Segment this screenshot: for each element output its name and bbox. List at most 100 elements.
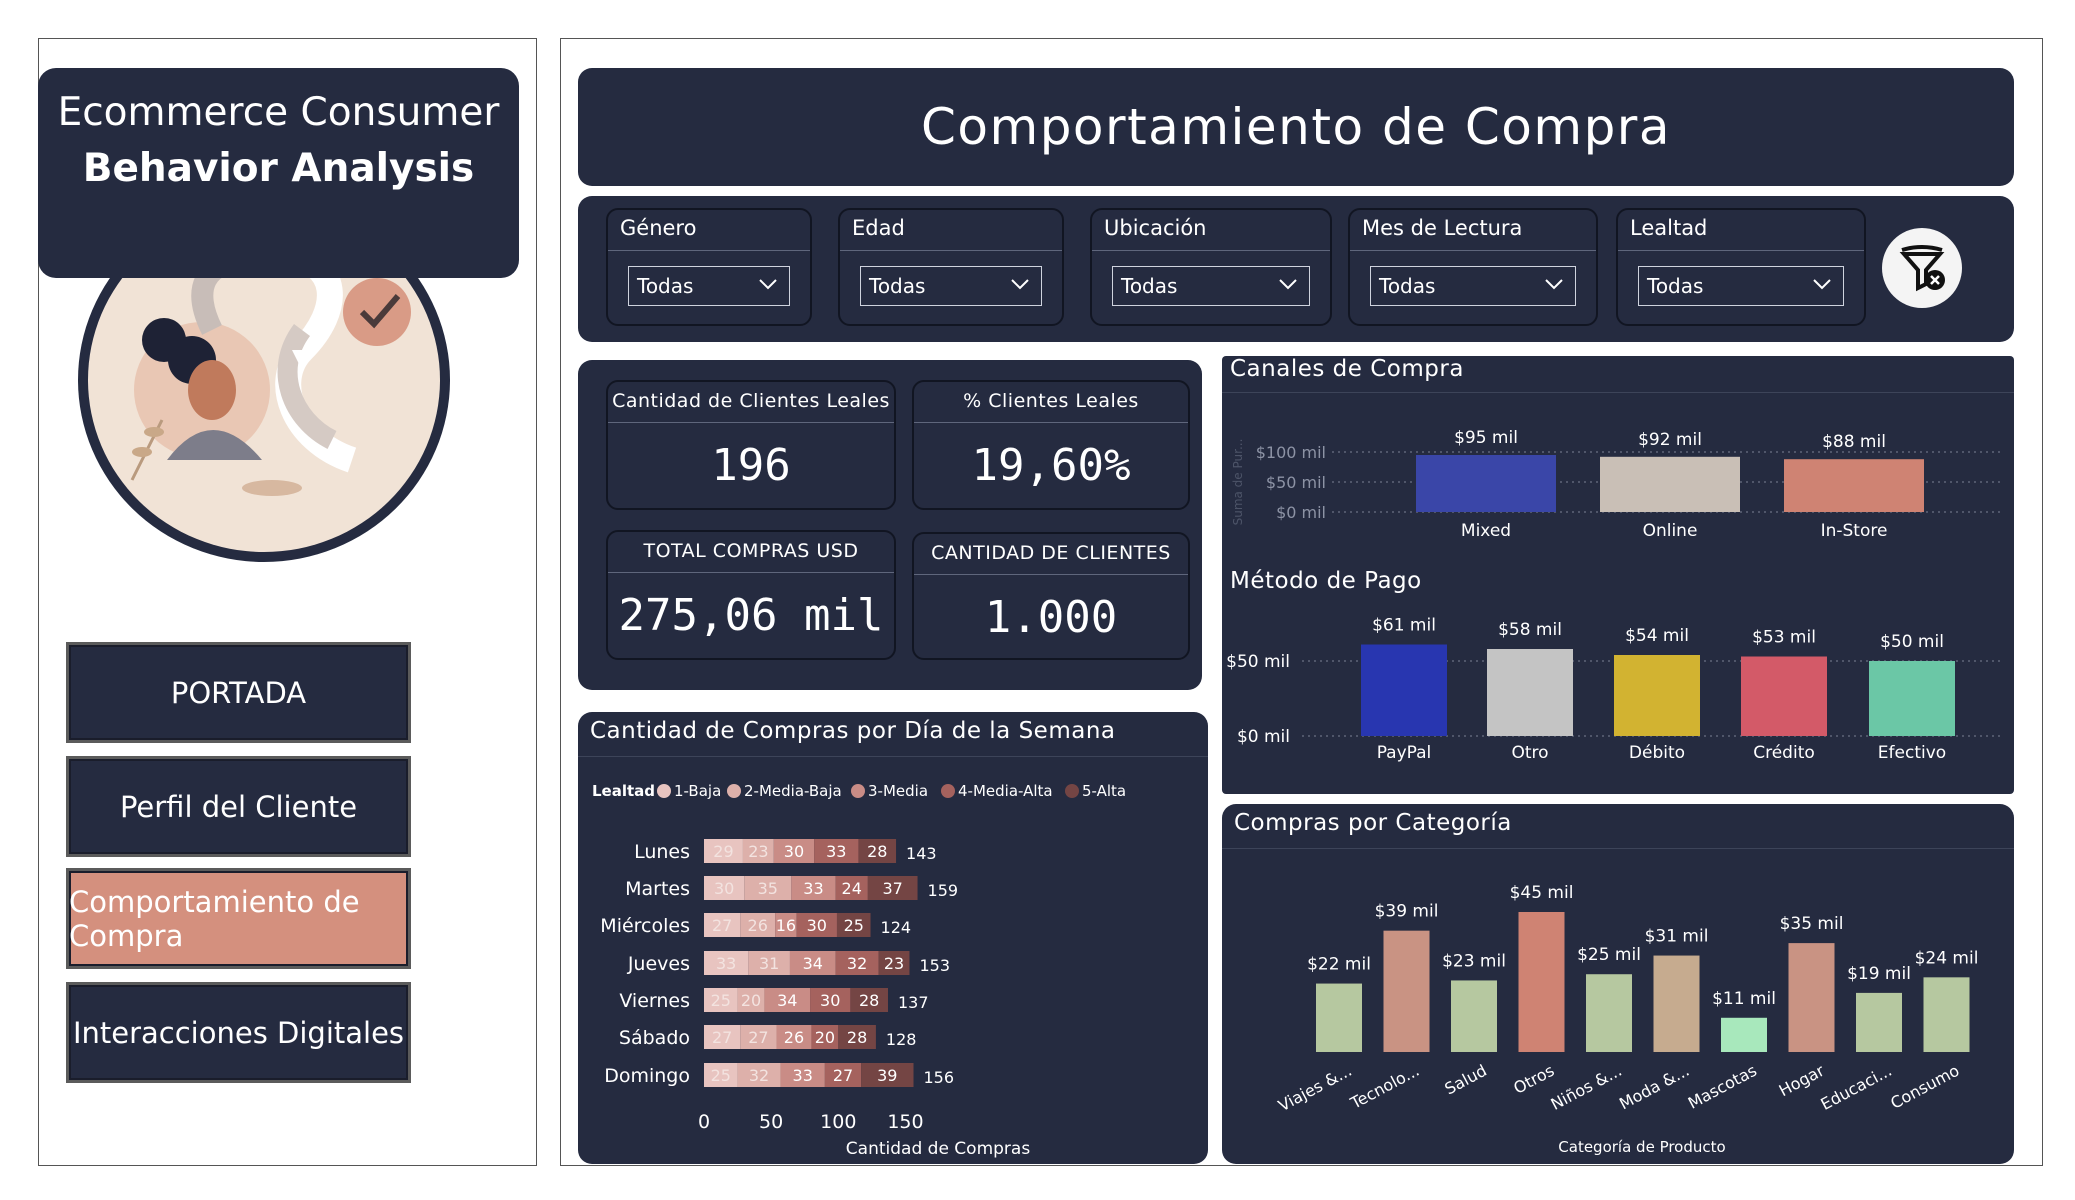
categoria-panel: Compras por Categoría $22 mil Viajes &...… [1222,804,2014,1164]
x-tick-label: 150 [887,1111,923,1133]
data-label: 30 [820,991,840,1010]
nav-button-perfil-cliente[interactable]: Perfil del Cliente [66,756,411,857]
data-label: $31 mil [1645,927,1709,947]
data-label: 28 [859,991,879,1010]
dropdown-value: Todas [1379,274,1436,298]
filter-label: Edad [852,216,905,240]
clear-filters-button[interactable] [1882,228,1962,308]
x-tick-label: Educaci... [1818,1061,1895,1114]
data-label: $92 mil [1638,430,1702,450]
nav-button-portada[interactable]: PORTADA [66,642,411,743]
y-tick-label: Miércoles [600,915,690,937]
x-tick-label: 0 [698,1111,710,1133]
bar [1361,644,1447,736]
filter-edad: Edad Todas [838,208,1064,326]
data-label: 16 [776,916,796,935]
data-label: 25 [844,916,864,935]
data-label: 23 [884,954,904,973]
data-label: $11 mil [1712,989,1776,1009]
y-tick-label: Jueves [627,953,690,975]
data-label: 30 [807,916,827,935]
data-label: $53 mil [1752,628,1816,648]
mes-lectura-dropdown[interactable]: Todas [1370,266,1576,306]
data-label: $95 mil [1454,428,1518,448]
y-tick-label: Viernes [619,990,690,1012]
data-label: 32 [847,954,867,973]
data-label: $39 mil [1375,902,1439,922]
total-label: 159 [928,881,959,900]
total-label: 137 [898,993,929,1012]
x-tick-label: Moda &... [1616,1061,1692,1114]
total-label: 153 [919,956,950,975]
legend-swatch [1065,784,1079,798]
data-label: 26 [784,1028,804,1047]
data-label: 37 [883,879,903,898]
filter-genero: Género Todas [606,208,812,326]
bar [1741,656,1827,736]
y-axis-label: Suma de Pur... [1231,439,1245,526]
total-label: 156 [924,1068,955,1087]
nav-label: PORTADA [170,675,307,710]
data-label: 31 [759,954,779,973]
nav-button-comportamiento-compra[interactable]: Comportamiento de Compra [66,868,411,969]
data-label: 34 [777,991,797,1010]
genero-dropdown[interactable]: Todas [628,266,790,306]
x-tick-label: Crédito [1753,743,1815,763]
ubicacion-dropdown[interactable]: Todas [1112,266,1310,306]
lealtad-dropdown[interactable]: Todas [1638,266,1844,306]
kpi-value: 1.000 [984,592,1118,643]
dropdown-value: Todas [637,274,694,298]
x-tick-label: Consumo [1887,1061,1962,1113]
x-tick-label: Otro [1511,743,1548,763]
x-tick-label: Mascotas [1685,1061,1760,1113]
legend-label: 5-Alta [1082,782,1126,800]
data-label: 39 [877,1066,897,1085]
x-tick-label: PayPal [1377,743,1432,763]
compras-dia-panel: Cantidad de Compras por Día de la Semana… [578,712,1208,1164]
data-label: $54 mil [1625,626,1689,646]
legend-label: 4-Media-Alta [958,782,1053,800]
kpi-title: TOTAL COMPRAS USD [643,540,859,562]
bar [1784,459,1924,512]
data-label: 20 [815,1028,835,1047]
data-label: $50 mil [1880,632,1944,652]
legend-label: 3-Media [868,782,928,800]
bar [1856,992,1902,1052]
legend-swatch [941,784,955,798]
data-label: 33 [803,879,823,898]
brand-title-box: Ecommerce Consumer Behavior Analysis [38,68,519,278]
data-label: 33 [716,954,736,973]
data-label: $45 mil [1510,883,1574,903]
data-label: 27 [712,916,732,935]
y-tick-label: $50 mil [1226,652,1290,672]
bar [1788,943,1835,1052]
nav-button-interacciones-digitales[interactable]: Interacciones Digitales [66,982,411,1083]
y-tick-label: $0 mil [1276,503,1326,522]
x-tick-label: 50 [759,1111,783,1133]
data-label: $22 mil [1307,955,1371,975]
data-label: 25 [711,991,731,1010]
data-label: 35 [758,879,778,898]
x-tick-label: Otros [1510,1061,1557,1098]
chart-title-canales: Canales de Compra [1230,356,1464,382]
kpi-title: % Clientes Leales [963,390,1139,412]
edad-dropdown[interactable]: Todas [860,266,1042,306]
x-axis-label: Cantidad de Compras [846,1139,1031,1159]
chevron-down-icon [1279,279,1297,290]
data-label: $23 mil [1442,951,1506,971]
chart-title-dias: Cantidad de Compras por Día de la Semana [590,718,1116,744]
total-label: 124 [881,918,912,937]
y-tick-label: Martes [625,878,690,900]
page-header: Comportamiento de Compra [578,68,2014,186]
data-label: $58 mil [1498,620,1562,640]
x-tick-label: Hogar [1776,1061,1828,1101]
kpi-clientes-leales: Cantidad de Clientes Leales 196 [606,380,896,510]
data-label: 26 [748,916,768,935]
filter-label: Lealtad [1630,216,1708,240]
bar [1487,649,1573,736]
data-label: 20 [741,991,761,1010]
bar [1614,655,1700,736]
chevron-down-icon [759,279,777,290]
dias-chart: Lealtad 1-Baja 2-Media-Baja 3-Media 4-Media-… [592,782,1126,1159]
data-label: 30 [714,879,734,898]
